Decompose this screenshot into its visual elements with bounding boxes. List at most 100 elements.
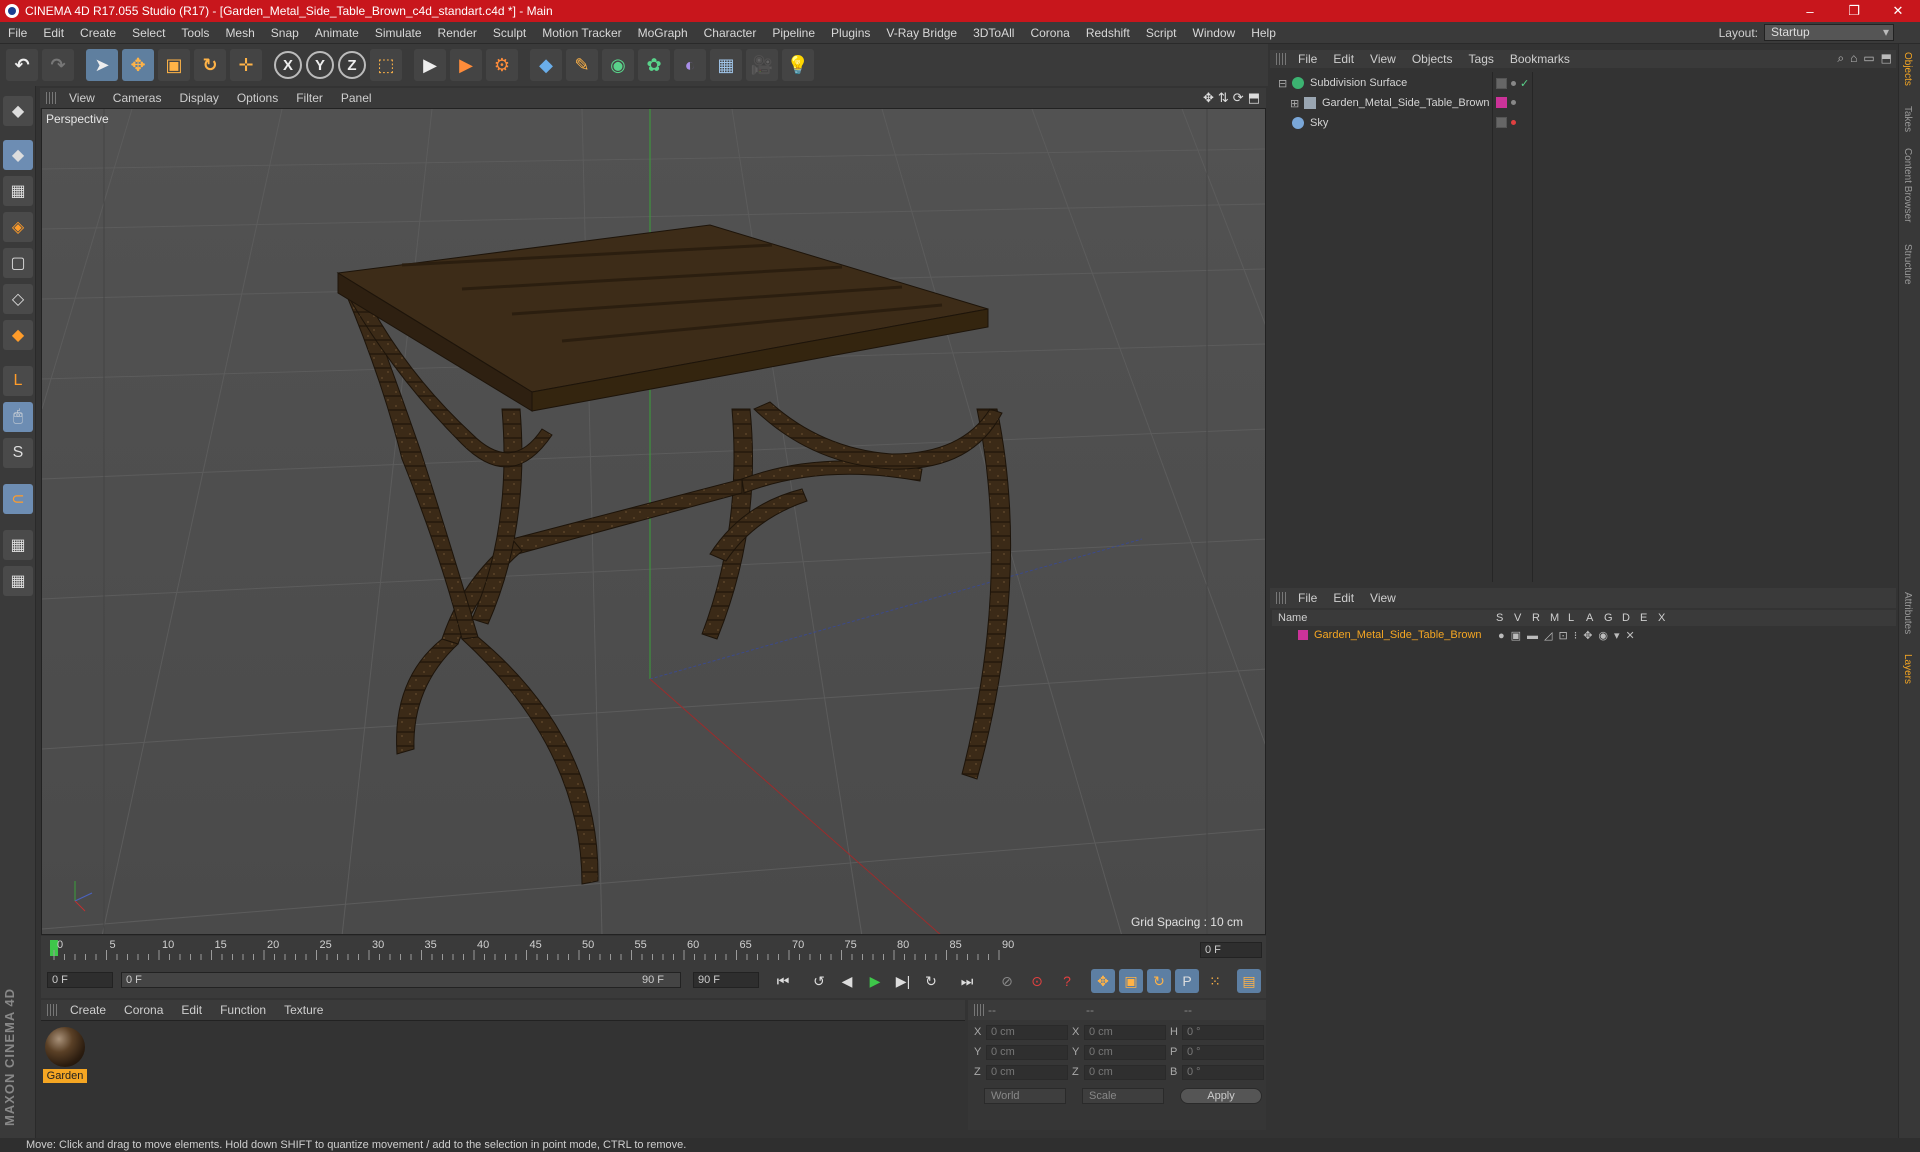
- start-frame-field[interactable]: 0 F: [47, 972, 113, 988]
- array-mograph-button[interactable]: ✿: [638, 49, 670, 81]
- key-pla-icon[interactable]: ⁙: [1203, 969, 1227, 993]
- enabled-check-icon[interactable]: ✓: [1520, 77, 1529, 90]
- menu-render[interactable]: Render: [430, 22, 485, 44]
- tab-attributes[interactable]: Attributes: [1902, 592, 1913, 634]
- key-parameter-icon[interactable]: P: [1175, 969, 1199, 993]
- coordinate-space-select[interactable]: World: [984, 1088, 1066, 1104]
- next-frame-button[interactable]: ▶|: [891, 969, 915, 993]
- zoom-view-icon[interactable]: ⇅: [1218, 90, 1229, 106]
- camera-object-button[interactable]: 🎥: [746, 49, 778, 81]
- record-keys-icon[interactable]: ⊘: [995, 969, 1019, 993]
- menu-mograph[interactable]: MoGraph: [630, 22, 696, 44]
- redo-button[interactable]: ↷: [42, 49, 74, 81]
- render-to-picture-viewer-button[interactable]: ▶: [450, 49, 482, 81]
- layer-row[interactable]: Garden_Metal_Side_Table_Brown ●▣▬◿⊡⁝✥◉▾✕: [1272, 626, 1896, 644]
- search-icon[interactable]: ⌕: [1837, 51, 1844, 66]
- material-menu-corona[interactable]: Corona: [115, 1003, 172, 1017]
- menu-tools[interactable]: Tools: [173, 22, 217, 44]
- visibility-dot[interactable]: [1511, 100, 1516, 105]
- timeline-ruler[interactable]: 0 5 10 15 20 25 30 35 40 45 50 55 60 65 70 75 80 85 90 0 F: [41, 936, 1266, 962]
- scale-tool-button[interactable]: ▣: [158, 49, 190, 81]
- key-rotation-icon[interactable]: ↻: [1147, 969, 1171, 993]
- make-editable-icon[interactable]: ◆: [3, 96, 33, 126]
- cube-object-button[interactable]: ◆: [530, 49, 562, 81]
- pen-spline-button[interactable]: ✎: [566, 49, 598, 81]
- menu-pipeline[interactable]: Pipeline: [764, 22, 823, 44]
- rotation-h-field[interactable]: 0 °: [1182, 1024, 1264, 1040]
- light-object-button[interactable]: 💡: [782, 49, 814, 81]
- tab-structure[interactable]: Structure: [1902, 244, 1913, 285]
- texture-mode-icon[interactable]: ▦: [3, 176, 33, 206]
- menu-window[interactable]: Window: [1185, 22, 1244, 44]
- menu-help[interactable]: Help: [1243, 22, 1284, 44]
- expand-icon[interactable]: ⊞: [1290, 97, 1299, 110]
- size-mode-select[interactable]: Scale: [1082, 1088, 1164, 1104]
- workplane-lock-icon[interactable]: ▦: [3, 530, 33, 560]
- edges-mode-icon[interactable]: ◇: [3, 284, 33, 314]
- toggle-view-icon[interactable]: ⬒: [1248, 90, 1260, 106]
- workplane-mode-icon[interactable]: ◈: [3, 212, 33, 242]
- menu-select[interactable]: Select: [124, 22, 173, 44]
- viewport-menu-view[interactable]: View: [60, 91, 104, 105]
- tab-takes[interactable]: Takes: [1902, 106, 1913, 132]
- om-menu-bookmarks[interactable]: Bookmarks: [1502, 52, 1578, 66]
- om-menu-file[interactable]: File: [1290, 52, 1325, 66]
- viewport-menu-display[interactable]: Display: [170, 91, 227, 105]
- z-axis-lock-button[interactable]: Z: [338, 51, 366, 79]
- size-z-field[interactable]: 0 cm: [1084, 1064, 1166, 1080]
- points-mode-icon[interactable]: ▢: [3, 248, 33, 278]
- lm-menu-file[interactable]: File: [1290, 591, 1325, 605]
- object-row-sky[interactable]: Sky: [1272, 114, 1896, 132]
- panel-grip-icon[interactable]: [1276, 592, 1286, 604]
- key-scale-icon[interactable]: ▣: [1119, 969, 1143, 993]
- material-swatch[interactable]: Garden: [43, 1025, 87, 1083]
- x-axis-lock-button[interactable]: X: [274, 51, 302, 79]
- menu-vray-bridge[interactable]: V-Ray Bridge: [878, 22, 965, 44]
- apply-button[interactable]: Apply: [1180, 1088, 1262, 1104]
- menu-simulate[interactable]: Simulate: [367, 22, 430, 44]
- viewport-menu-cameras[interactable]: Cameras: [104, 91, 171, 105]
- viewport-menu-options[interactable]: Options: [228, 91, 287, 105]
- close-button[interactable]: ✕: [1876, 0, 1920, 22]
- rotation-p-field[interactable]: 0 °: [1182, 1044, 1264, 1060]
- lm-menu-edit[interactable]: Edit: [1325, 591, 1362, 605]
- menu-plugins[interactable]: Plugins: [823, 22, 878, 44]
- lm-menu-view[interactable]: View: [1362, 591, 1404, 605]
- tweak-mode-icon[interactable]: 🖱: [3, 402, 33, 432]
- next-key-button[interactable]: ↻: [919, 969, 943, 993]
- menu-snap[interactable]: Snap: [263, 22, 307, 44]
- material-menu-create[interactable]: Create: [61, 1003, 115, 1017]
- panel-grip-icon[interactable]: [974, 1004, 984, 1016]
- editor-visibility-icon[interactable]: [1496, 117, 1507, 128]
- subdivision-surface-button[interactable]: ◉: [602, 49, 634, 81]
- timeline-window-icon[interactable]: ▤: [1237, 969, 1261, 993]
- menu-motion-tracker[interactable]: Motion Tracker: [534, 22, 629, 44]
- magnet-tool-icon[interactable]: ⊂: [3, 484, 33, 514]
- menu-create[interactable]: Create: [72, 22, 124, 44]
- tab-objects[interactable]: Objects: [1902, 52, 1913, 86]
- go-to-end-button[interactable]: ⏭: [955, 969, 979, 993]
- tab-layers[interactable]: Layers: [1902, 654, 1913, 684]
- live-selection-button[interactable]: ➤: [86, 49, 118, 81]
- size-x-field[interactable]: 0 cm: [1084, 1024, 1166, 1040]
- viewport-camera-label[interactable]: Perspective: [46, 112, 109, 126]
- panel-grip-icon[interactable]: [47, 1004, 57, 1016]
- polygons-mode-icon[interactable]: ◆: [3, 320, 33, 350]
- frame-range-slider[interactable]: 0 F 90 F: [121, 972, 681, 988]
- pan-view-icon[interactable]: ✥: [1203, 90, 1214, 106]
- menu-corona[interactable]: Corona: [1022, 22, 1077, 44]
- menu-mesh[interactable]: Mesh: [217, 22, 262, 44]
- minimize-button[interactable]: –: [1788, 0, 1832, 22]
- object-row-garden-table[interactable]: ⊞ Garden_Metal_Side_Table_Brown: [1272, 94, 1896, 112]
- floor-object-button[interactable]: ▦: [710, 49, 742, 81]
- visibility-dot[interactable]: [1511, 120, 1516, 125]
- undo-button[interactable]: ↶: [6, 49, 38, 81]
- editor-visibility-icon[interactable]: [1496, 78, 1507, 89]
- menu-file[interactable]: File: [0, 22, 35, 44]
- home-icon[interactable]: ⌂: [1850, 51, 1857, 66]
- maximize-button[interactable]: ❐: [1832, 0, 1876, 22]
- panel-menu-icon[interactable]: ⬒: [1881, 51, 1892, 66]
- model-mode-icon[interactable]: ◆: [3, 140, 33, 170]
- menu-animate[interactable]: Animate: [307, 22, 367, 44]
- position-x-field[interactable]: 0 cm: [986, 1024, 1068, 1040]
